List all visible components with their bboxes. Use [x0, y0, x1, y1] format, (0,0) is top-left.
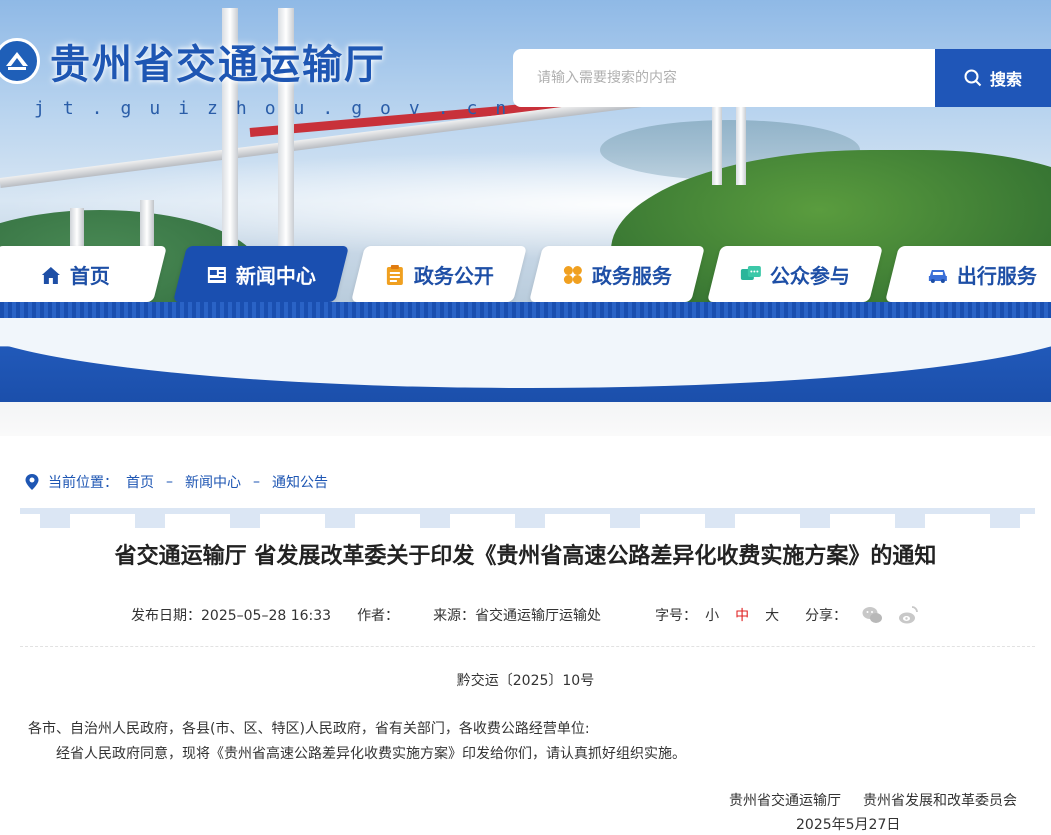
nav-item-label: 公众参与: [770, 263, 850, 288]
search-input[interactable]: [513, 49, 935, 107]
breadcrumb-home[interactable]: 首页: [126, 472, 154, 492]
nav-item-label: 新闻中心: [236, 263, 316, 288]
article-paragraph: 经省人民政府同意，现将《贵州省高速公路差异化收费实施方案》印发给你们，请认真抓好…: [56, 746, 686, 762]
chat-icon: [741, 265, 761, 279]
article-meta: 发布日期：2025–05–28 16:33 作者： 来源： 省交通运输厅运输处 …: [131, 604, 919, 626]
clipboard-icon: [387, 264, 403, 284]
nav-item-public-participation[interactable]: 公众参与: [707, 246, 883, 302]
nav-item-label: 政务服务: [592, 263, 672, 288]
nav-item-label: 出行服务: [957, 263, 1037, 288]
breadcrumb-notices[interactable]: 通知公告: [272, 472, 328, 492]
nav-item-government-affairs[interactable]: 政务公开: [351, 246, 527, 302]
site-title: 贵州省交通运输厅: [50, 42, 386, 88]
font-size-large-button[interactable]: 大: [765, 605, 779, 625]
car-icon: [929, 269, 947, 282]
document-number: 黔交运〔2025〕10号: [456, 673, 595, 689]
source-label: 来源：: [433, 608, 476, 624]
font-size-label: 字号：: [655, 608, 698, 624]
search-icon: [964, 69, 982, 87]
share-group: 分享：: [805, 604, 919, 626]
home-icon: [42, 266, 61, 283]
main-nav: 首页 新闻中心 政务公开 政务服务 公众参与 出行服务: [0, 246, 1051, 302]
meta-divider: [20, 646, 1035, 647]
weibo-icon[interactable]: [897, 604, 919, 626]
font-size-medium-button[interactable]: 中: [735, 605, 749, 625]
share-label: 分享：: [805, 608, 848, 624]
author-label: 作者：: [357, 608, 400, 624]
font-size-small-button[interactable]: 小: [705, 605, 719, 625]
search-button[interactable]: 搜索: [935, 49, 1051, 107]
nav-item-news[interactable]: 新闻中心: [173, 246, 349, 302]
breadcrumb-separator: –: [166, 474, 173, 490]
article-title: 省交通运输厅 省发展改革委关于印发《贵州省高速公路差异化收费实施方案》的通知: [114, 544, 937, 569]
nav-item-label: 政务公开: [414, 263, 494, 288]
breadcrumb-news-center[interactable]: 新闻中心: [185, 472, 241, 492]
site-header: 贵州省交通运输厅 jt.guizhou.gov.cn 搜索 首页 新闻中心 政务…: [0, 0, 1051, 402]
article-paragraph: 各市、自治州人民政府，各县(市、区、特区)人民政府，省有关部门，各收费公路经营单…: [28, 721, 590, 737]
breadcrumb: 当前位置： 首页 – 新闻中心 – 通知公告: [24, 472, 328, 492]
site-logo[interactable]: 贵州省交通运输厅: [0, 32, 386, 90]
nav-item-government-services[interactable]: 政务服务: [529, 246, 705, 302]
sign-date: 2025年5月27日: [796, 817, 901, 833]
newspaper-icon: [208, 266, 226, 282]
nav-item-label: 首页: [70, 263, 110, 288]
signatories: 贵州省交通运输厅 贵州省发展和改革委员会: [729, 790, 1017, 810]
publish-date: 发布日期：2025–05–28 16:33: [131, 608, 332, 624]
search-bar: 搜索: [513, 49, 1051, 107]
nav-item-travel-services[interactable]: 出行服务: [885, 246, 1051, 302]
source-value: 省交通运输厅运输处: [475, 608, 602, 624]
header-shadow-strip: [0, 402, 1051, 436]
site-domain: jt.guizhou.gov.cn: [34, 98, 525, 119]
nav-item-home[interactable]: 首页: [0, 246, 167, 302]
grid-icon: [564, 265, 582, 283]
breadcrumb-prefix: 当前位置：: [48, 475, 118, 491]
location-pin-icon: [25, 474, 39, 490]
breadcrumb-separator: –: [253, 474, 260, 490]
signatory-development-commission: 贵州省发展和改革委员会: [863, 793, 1017, 809]
search-button-label: 搜索: [989, 70, 1022, 89]
signatory-transport-dept: 贵州省交通运输厅: [729, 793, 841, 809]
wechat-icon[interactable]: [861, 604, 883, 626]
decorative-divider: [20, 508, 1035, 528]
provincial-emblem-icon: [0, 38, 40, 84]
